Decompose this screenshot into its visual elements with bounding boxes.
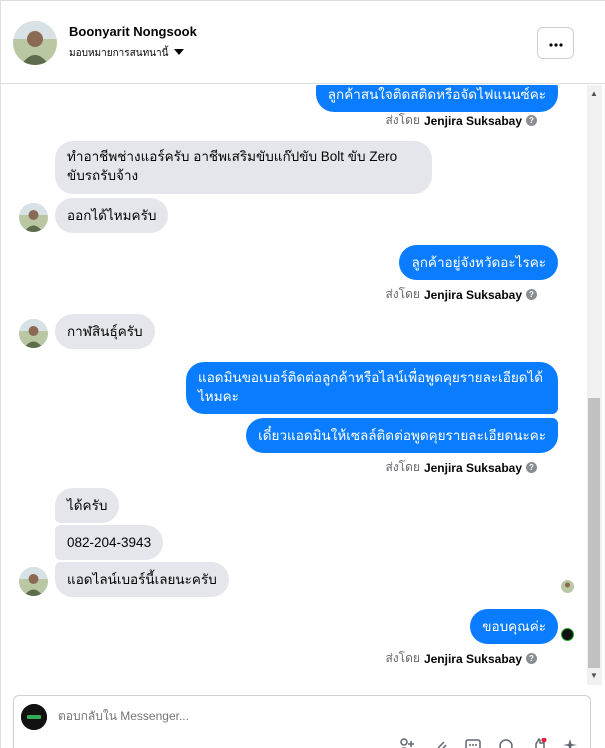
sent-by-label: ส่งโดย Jenjira Suksabay ? bbox=[385, 111, 537, 130]
message-incoming[interactable]: 082-204-3943 bbox=[55, 525, 164, 560]
sent-by-prefix: ส่งโดย bbox=[385, 460, 420, 474]
message-line: ทำอาชีพช่างแอร์ครับ อาชีพเสริมขับแก๊ปขับ… bbox=[67, 149, 398, 164]
message-incoming[interactable]: ทำอาชีพช่างแอร์ครับ อาชีพเสริมขับแก๊ปขับ… bbox=[55, 141, 432, 194]
sent-by-label: ส่งโดย Jenjira Suksabay ? bbox=[385, 285, 537, 304]
scroll-down-arrow-icon[interactable]: ▼ bbox=[590, 671, 598, 680]
info-icon[interactable]: ? bbox=[526, 653, 537, 664]
assign-label: มอบหมายการสนทนานี้ bbox=[69, 48, 169, 59]
read-receipt-avatar bbox=[561, 580, 574, 593]
sent-by-prefix: ส่งโดย bbox=[385, 651, 420, 665]
sent-by-label: ส่งโดย Jenjira Suksabay ? bbox=[385, 649, 537, 668]
scrollbar-thumb[interactable] bbox=[588, 398, 600, 668]
sent-by-prefix: ส่งโดย bbox=[385, 287, 420, 301]
message-incoming[interactable]: ออกได้ไหมครับ bbox=[55, 198, 169, 233]
message-line: ไหมคะ bbox=[198, 388, 239, 404]
message-line: แอดมินขอเบอร์ติดต่อลูกค้าหรือไลน์เพื่อพู… bbox=[198, 370, 544, 385]
message-line: ขับรถรับจ้าง bbox=[67, 167, 139, 183]
sender-name: Jenjira Suksabay bbox=[423, 651, 522, 666]
scroll-up-arrow-icon[interactable]: ▲ bbox=[590, 89, 598, 98]
sender-name: Jenjira Suksabay bbox=[423, 287, 522, 302]
message-outgoing[interactable]: แอดมินขอเบอร์ติดต่อลูกค้าหรือไลน์เพื่อพู… bbox=[186, 362, 558, 414]
paperclip-icon[interactable] bbox=[433, 738, 449, 748]
avatar[interactable] bbox=[19, 319, 48, 348]
more-options-button[interactable] bbox=[537, 27, 574, 59]
sent-by-prefix: ส่งโดย bbox=[385, 113, 420, 127]
contact-name[interactable]: Boonyarit Nongsook bbox=[69, 24, 197, 39]
sender-name: Jenjira Suksabay bbox=[423, 460, 522, 475]
message-outgoing[interactable]: ขอบคุณค่ะ bbox=[470, 609, 558, 644]
message-incoming[interactable]: กาฬสินธุ์ครับ bbox=[55, 314, 155, 349]
message-outgoing[interactable]: ลูกค้าอยู่จังหวัดอะไรคะ bbox=[399, 245, 558, 280]
seen-avatar bbox=[561, 628, 574, 641]
info-icon[interactable]: ? bbox=[526, 115, 537, 126]
info-icon[interactable]: ? bbox=[526, 462, 537, 473]
avatar[interactable] bbox=[13, 21, 57, 65]
avatar[interactable] bbox=[19, 567, 48, 596]
more-icon bbox=[548, 34, 563, 52]
message-incoming[interactable]: แอดไลน์เบอร์นี้เลยนะครับ bbox=[55, 562, 229, 597]
caret-down-icon bbox=[174, 48, 185, 59]
conversation-header: Boonyarit Nongsook มอบหมายการสนทนานี้ bbox=[1, 1, 605, 84]
sender-name: Jenjira Suksabay bbox=[423, 113, 522, 128]
message-incoming[interactable]: ได้ครับ bbox=[55, 488, 120, 523]
add-person-icon[interactable] bbox=[398, 738, 414, 748]
sent-by-label: ส่งโดย Jenjira Suksabay ? bbox=[385, 458, 537, 477]
assign-conversation[interactable]: มอบหมายการสนทนานี้ bbox=[69, 46, 185, 61]
message-outgoing[interactable]: เดี๋ยวแอดมินให้เซลล์ติดต่อพูดคุยรายละเอี… bbox=[246, 418, 558, 453]
message-outgoing[interactable]: ลูกค้าสนใจติดสติดหรือจัดไฟแนนซ์คะ bbox=[315, 85, 558, 112]
message-thread[interactable]: ลูกค้าสนใจติดสติดหรือจัดไฟแนนซ์คะ ส่งโดย… bbox=[1, 85, 586, 685]
messenger-window: Boonyarit Nongsook มอบหมายการสนทนานี้ ลู… bbox=[0, 0, 605, 748]
page-avatar bbox=[21, 704, 47, 730]
avatar[interactable] bbox=[19, 203, 48, 232]
gif-icon[interactable] bbox=[465, 738, 481, 748]
sparkle-icon[interactable] bbox=[562, 738, 578, 748]
reply-input[interactable] bbox=[58, 709, 358, 723]
emoji-icon[interactable] bbox=[498, 738, 514, 748]
info-icon[interactable]: ? bbox=[526, 289, 537, 300]
thumbs-up-icon[interactable] bbox=[531, 737, 547, 748]
